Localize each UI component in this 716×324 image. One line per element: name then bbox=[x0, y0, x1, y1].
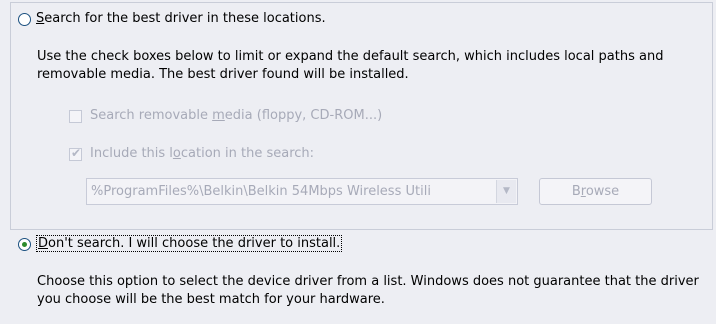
search-option-description: Use the check boxes below to limit or ex… bbox=[37, 49, 664, 82]
removable-media-label[interactable]: Search removable media (floppy, CD-ROM..… bbox=[90, 108, 382, 123]
checkmark-icon: ✔ bbox=[71, 146, 82, 160]
search-option-radio[interactable] bbox=[18, 13, 31, 26]
chevron-down-icon[interactable]: ▼ bbox=[496, 180, 516, 203]
browse-button[interactable]: Browse bbox=[539, 178, 652, 205]
location-combobox-value: %ProgramFiles%\Belkin\Belkin 54Mbps Wire… bbox=[91, 184, 431, 199]
include-location-label[interactable]: Include this location in the search: bbox=[90, 146, 314, 161]
dont-search-option-description: Choose this option to select the device … bbox=[37, 274, 699, 307]
removable-media-checkbox[interactable] bbox=[69, 110, 82, 123]
radio-selected-dot bbox=[22, 242, 27, 247]
focus-rectangle: Don't search. I will choose the driver t… bbox=[36, 235, 343, 252]
include-location-checkbox[interactable]: ✔ bbox=[69, 146, 82, 161]
search-option-label[interactable]: Search for the best driver in these loca… bbox=[36, 11, 326, 26]
location-combobox[interactable]: %ProgramFiles%\Belkin\Belkin 54Mbps Wire… bbox=[86, 178, 518, 205]
dont-search-option-label[interactable]: Don't search. I will choose the driver t… bbox=[36, 235, 343, 252]
dont-search-option-radio[interactable] bbox=[18, 238, 31, 251]
